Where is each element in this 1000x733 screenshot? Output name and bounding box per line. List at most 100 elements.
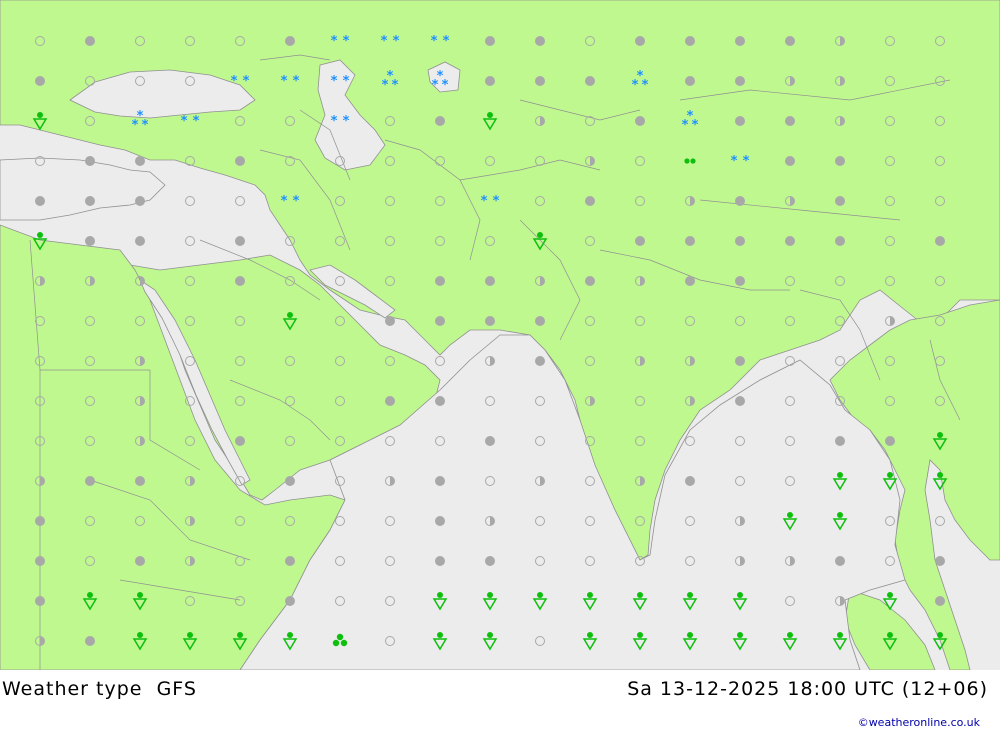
overcast-cloud-icon [835,436,845,446]
overcast-cloud-icon [835,556,845,566]
overcast-cloud-icon [735,196,745,206]
svg-text:*: * [493,194,500,209]
overcast-cloud-icon [785,116,795,126]
overcast-cloud-icon [785,156,795,166]
svg-text:*: * [682,118,689,133]
svg-text:*: * [431,34,438,49]
overcast-cloud-icon [85,196,95,206]
overcast-cloud-icon [435,396,445,406]
model-name: GFS [156,678,197,700]
map-product-label: Weather type GFS [2,678,197,700]
overcast-cloud-icon [135,156,145,166]
overcast-cloud-icon [85,236,95,246]
overcast-cloud-icon [735,236,745,246]
overcast-cloud-icon [285,556,295,566]
svg-text:*: * [442,78,449,93]
overcast-cloud-icon [35,196,45,206]
svg-text:*: * [331,34,338,49]
overcast-cloud-icon [635,116,645,126]
overcast-cloud-icon [435,516,445,526]
overcast-cloud-icon [135,236,145,246]
overcast-cloud-icon [685,476,695,486]
svg-text:*: * [642,78,649,93]
overcast-cloud-icon [685,76,695,86]
svg-text:*: * [293,74,300,89]
product-name: Weather type [2,678,143,700]
svg-text:*: * [331,114,338,129]
overcast-cloud-icon [285,476,295,486]
overcast-cloud-icon [735,76,745,86]
svg-text:*: * [181,114,188,129]
svg-text:*: * [692,118,699,133]
overcast-cloud-icon [85,636,95,646]
svg-text:*: * [281,194,288,209]
overcast-cloud-icon [535,356,545,366]
svg-text:*: * [343,114,350,129]
overcast-cloud-icon [635,36,645,46]
svg-text:*: * [481,194,488,209]
svg-text:*: * [432,78,439,93]
svg-text:*: * [331,74,338,89]
svg-text:*: * [243,74,250,89]
overcast-cloud-icon [85,36,95,46]
svg-text:*: * [382,78,389,93]
overcast-cloud-icon [535,76,545,86]
overcast-cloud-icon [35,76,45,86]
overcast-cloud-icon [485,76,495,86]
overcast-cloud-icon [385,316,395,326]
svg-text:*: * [293,194,300,209]
overcast-cloud-icon [135,196,145,206]
svg-text:*: * [632,78,639,93]
overcast-cloud-icon [835,236,845,246]
overcast-cloud-icon [685,236,695,246]
svg-text:*: * [281,74,288,89]
svg-text:*: * [381,34,388,49]
overcast-cloud-icon [485,36,495,46]
overcast-cloud-icon [535,316,545,326]
overcast-cloud-icon [135,556,145,566]
overcast-cloud-icon [35,556,45,566]
overcast-cloud-icon [635,236,645,246]
svg-text:*: * [731,154,738,169]
svg-text:*: * [343,34,350,49]
overcast-cloud-icon [935,556,945,566]
overcast-cloud-icon [735,116,745,126]
overcast-cloud-icon [435,316,445,326]
overcast-cloud-icon [485,436,495,446]
overcast-cloud-icon [935,596,945,606]
svg-text:*: * [343,74,350,89]
overcast-cloud-icon [35,596,45,606]
overcast-cloud-icon [585,196,595,206]
overcast-cloud-icon [835,196,845,206]
overcast-cloud-icon [585,76,595,86]
svg-text:*: * [132,118,139,133]
svg-text:*: * [231,74,238,89]
overcast-cloud-icon [85,156,95,166]
svg-text:*: * [392,78,399,93]
credit-link[interactable]: ©weatheronline.co.uk [858,716,980,729]
overcast-cloud-icon [685,276,695,286]
overcast-cloud-icon [435,276,445,286]
overcast-cloud-icon [785,236,795,246]
overcast-cloud-icon [885,436,895,446]
overcast-cloud-icon [685,36,695,46]
overcast-cloud-icon [285,36,295,46]
svg-text:*: * [393,34,400,49]
overcast-cloud-icon [235,236,245,246]
overcast-cloud-icon [285,596,295,606]
overcast-cloud-icon [585,276,595,286]
weather-map: * * * * * ** * * * * * ** *** *** *** * * * * * ** ** ** * * * [0,0,1000,670]
overcast-cloud-icon [235,436,245,446]
svg-text:*: * [142,118,149,133]
overcast-cloud-icon [435,556,445,566]
svg-text:*: * [193,114,200,129]
overcast-cloud-icon [835,156,845,166]
overcast-cloud-icon [35,516,45,526]
overcast-cloud-icon [235,156,245,166]
overcast-cloud-icon [85,476,95,486]
map-datetime-label: Sa 13-12-2025 18:00 UTC (12+06) [627,678,988,700]
overcast-cloud-icon [735,276,745,286]
overcast-cloud-icon [735,356,745,366]
overcast-cloud-icon [735,36,745,46]
overcast-cloud-icon [485,316,495,326]
